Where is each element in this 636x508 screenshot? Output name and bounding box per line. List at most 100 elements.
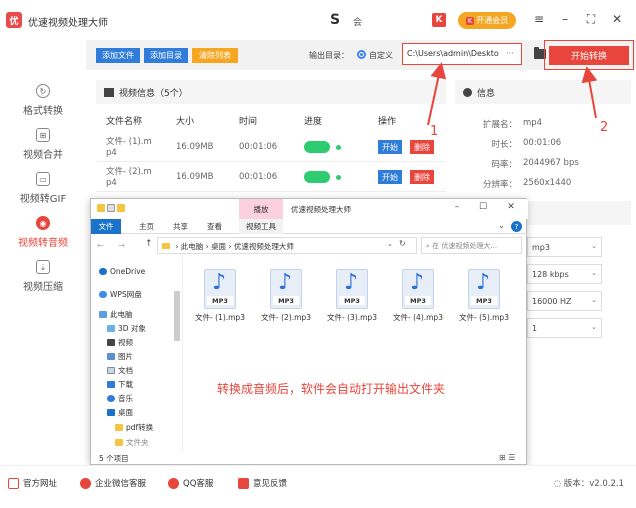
sidebar-item-video-merge[interactable]: ⊞ 视频合并: [0, 128, 86, 174]
breadcrumb-sep: ›: [228, 242, 232, 251]
wechat-service-link[interactable]: 企业微信客服: [80, 477, 146, 489]
sidebar-item-video-to-gif[interactable]: ▭ 视频转GIF: [0, 172, 86, 218]
help-icon[interactable]: ?: [511, 221, 522, 232]
file-item[interactable]: ♪ MP3 文件- (2).mp3: [253, 269, 319, 335]
output-path-input[interactable]: C:\Users\admin\Deskto: [402, 43, 522, 65]
nav-item-videos[interactable]: 视频: [107, 337, 133, 348]
feedback-link[interactable]: 意见反馈: [238, 477, 287, 489]
nav-item-downloads[interactable]: 下载: [107, 379, 133, 390]
nav-item-pictures[interactable]: 图片: [107, 351, 133, 362]
play-context-tab[interactable]: 播放: [239, 199, 283, 219]
qq-service-link[interactable]: QQ客服: [168, 477, 213, 489]
view-toggle-icon[interactable]: ⊞ ☰: [499, 453, 515, 462]
sidebar-item-label: 格式转换: [23, 106, 63, 117]
nav-item-3d-objects[interactable]: 3D 对象: [107, 323, 146, 334]
wechat-label: 企业微信客服: [95, 479, 147, 489]
tab-share[interactable]: 共享: [173, 221, 188, 232]
maximize-icon[interactable]: ⛶: [584, 12, 598, 27]
minimize-icon[interactable]: –: [451, 202, 463, 212]
nav-item-pdf-convert[interactable]: pdf转换: [115, 422, 153, 433]
menu-icon[interactable]: ≡: [532, 12, 546, 26]
annotation-note: 转换成音频后，软件会自动打开输出文件夹: [217, 382, 446, 396]
tab-home[interactable]: 主页: [139, 221, 154, 232]
folder-icon[interactable]: [97, 204, 105, 212]
tab-view[interactable]: 查看: [207, 221, 222, 232]
compress-icon: ⇣: [36, 260, 50, 274]
add-file-button[interactable]: 添加文件: [96, 48, 140, 63]
nav-item-documents[interactable]: 文档: [107, 365, 133, 376]
channel-select[interactable]: 1 ⌄: [527, 318, 602, 338]
picture-icon: [107, 353, 115, 360]
sidebar-item-video-compress[interactable]: ⇣ 视频压缩: [0, 260, 86, 306]
bitrate-select[interactable]: 128 kbps ⌄: [527, 264, 602, 284]
format-select[interactable]: mp3 ⌄: [527, 237, 602, 257]
member-k-icon[interactable]: K: [432, 13, 446, 27]
info-key: 码率：: [491, 160, 517, 170]
bottom-bar: 官方网址 企业微信客服 QQ客服 意见反馈 ◌ 版本：v2.0.2.1: [0, 465, 636, 508]
minimize-icon[interactable]: –: [558, 12, 572, 26]
tab-video-tools[interactable]: 视频工具: [239, 219, 283, 234]
info-key: 分辨率：: [482, 180, 517, 190]
breadcrumb-item[interactable]: 此电脑: [181, 242, 204, 251]
row-delete-button[interactable]: 删除: [410, 170, 434, 184]
back-forward-icon[interactable]: ← →: [97, 241, 131, 250]
chevron-down-icon[interactable]: ⌄: [498, 221, 505, 230]
maximize-icon[interactable]: ☐: [477, 202, 489, 212]
file-name: 文件- (1).mp3: [195, 313, 245, 322]
up-arrow-icon[interactable]: ↑: [145, 239, 153, 249]
info-key: 扩展名：: [482, 120, 517, 130]
browse-more-button[interactable]: ···: [506, 49, 514, 58]
file-item[interactable]: ♪ MP3 文件- (5).mp3: [451, 269, 517, 335]
table-row[interactable]: 文件- (1).m p4 16.09MB 00:01:06 开始 删除: [96, 132, 446, 162]
file-size: 16.09MB: [176, 142, 214, 152]
mp3-tag: MP3: [207, 296, 233, 305]
col-header-time: 时间: [239, 117, 258, 127]
sidebar-item-video-to-audio[interactable]: ◉ 视频转音频: [0, 216, 86, 262]
explorer-ribbon: 文件 主页 共享 查看 视频工具 ⌄ ?: [91, 219, 528, 234]
nav-item-folder[interactable]: 文件夹: [115, 437, 149, 448]
scrollbar-thumb[interactable]: [174, 291, 180, 341]
breadcrumb-item[interactable]: 优速视频处理大师: [234, 242, 294, 251]
row-delete-button[interactable]: 删除: [410, 140, 434, 154]
add-directory-button[interactable]: 添加目录: [144, 48, 188, 63]
nav-item-this-pc[interactable]: 此电脑: [99, 309, 133, 320]
file-item[interactable]: ♪ MP3 文件- (3).mp3: [319, 269, 385, 335]
samplerate-select[interactable]: 16000 HZ ⌄: [527, 291, 602, 311]
folder-icon: [115, 424, 123, 431]
row-start-button[interactable]: 开始: [378, 170, 402, 184]
nav-item-music[interactable]: 音乐: [107, 393, 133, 404]
tab-file[interactable]: 文件: [91, 219, 121, 234]
file-item[interactable]: ♪ MP3 文件- (1).mp3: [187, 269, 253, 335]
breadcrumb[interactable]: › 此电脑 › 桌面 › 优速视频处理大师: [157, 237, 417, 254]
clear-list-button[interactable]: 清除列表: [192, 48, 238, 63]
nav-scrollbar[interactable]: [173, 261, 181, 441]
sidebar-item-format-convert[interactable]: ↻ 格式转换: [0, 84, 86, 130]
checkbox-icon[interactable]: [107, 204, 115, 212]
status-dot: [336, 175, 341, 180]
close-icon[interactable]: ✕: [505, 202, 517, 212]
brand-member-icon: 会: [353, 18, 363, 28]
breadcrumb-item[interactable]: 桌面: [211, 242, 226, 251]
file-item[interactable]: ♪ MP3 文件- (4).mp3: [385, 269, 451, 335]
vip-button[interactable]: K 开通会员: [458, 12, 516, 29]
refresh-icon[interactable]: ↻: [399, 239, 406, 248]
nav-item-onedrive[interactable]: OneDrive: [99, 267, 145, 276]
folder-icon: [115, 439, 123, 446]
nav-label: 3D 对象: [118, 324, 146, 333]
close-icon[interactable]: ✕: [610, 12, 624, 26]
custom-radio[interactable]: [357, 50, 366, 59]
website-link[interactable]: 官方网址: [8, 477, 57, 489]
chevron-down-icon[interactable]: ⌄: [387, 240, 393, 248]
nav-item-wps-drive[interactable]: WPS网盘: [99, 289, 142, 300]
nav-item-desktop[interactable]: 桌面: [107, 407, 133, 418]
row-start-button[interactable]: 开始: [378, 140, 402, 154]
start-convert-button[interactable]: 开始转换: [549, 46, 629, 65]
search-input[interactable]: ⌕ 在 优速视频处理大...: [421, 237, 522, 254]
info-value: 2560x1440: [523, 178, 572, 188]
qq-label: QQ客服: [183, 479, 214, 489]
folder-icon[interactable]: [117, 204, 125, 212]
audio-icon: ◉: [36, 216, 50, 230]
folder-icon: [162, 243, 170, 249]
start-convert-highlight: 开始转换: [544, 40, 634, 70]
table-row[interactable]: 文件- (2).m p4 16.09MB 00:01:06 开始 删除: [96, 162, 446, 192]
